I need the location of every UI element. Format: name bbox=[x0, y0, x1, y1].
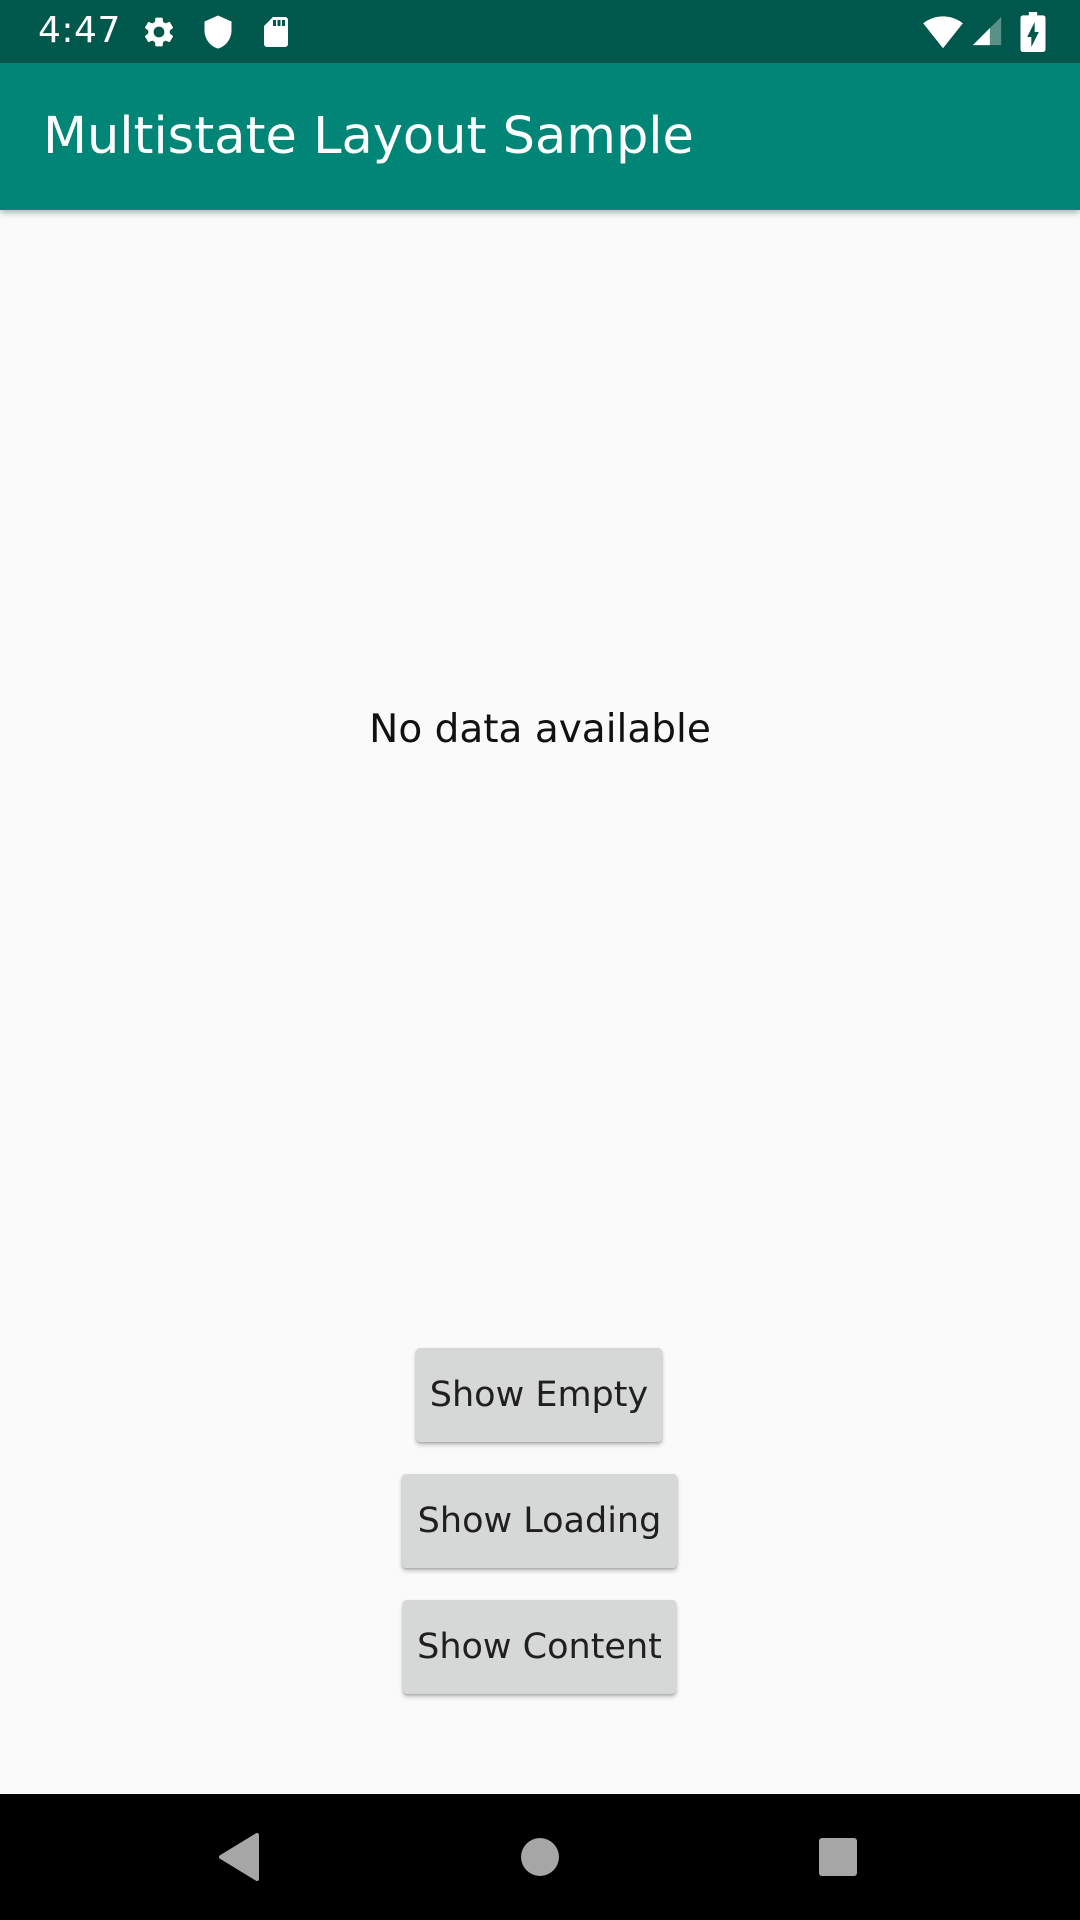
show-loading-button[interactable]: Show Loading bbox=[402, 1474, 677, 1568]
app-title: Multistate Layout Sample bbox=[43, 107, 694, 166]
settings-icon bbox=[141, 14, 177, 50]
status-bar: 4:47 bbox=[0, 0, 1080, 63]
shield-icon bbox=[200, 14, 236, 50]
wifi-icon bbox=[922, 12, 964, 50]
home-button[interactable] bbox=[505, 1822, 575, 1892]
cell-signal-icon bbox=[970, 14, 1004, 48]
screen: 4:47 Multistate Layout Sample No data av… bbox=[0, 0, 1080, 1920]
back-icon bbox=[219, 1833, 259, 1881]
recents-icon bbox=[819, 1838, 857, 1876]
back-button[interactable] bbox=[204, 1822, 274, 1892]
status-time: 4:47 bbox=[38, 10, 121, 51]
navigation-bar bbox=[0, 1794, 1080, 1920]
empty-state-message: No data available bbox=[369, 707, 711, 752]
home-icon bbox=[521, 1838, 559, 1876]
sd-card-icon bbox=[258, 14, 294, 50]
show-empty-button[interactable]: Show Empty bbox=[416, 1348, 662, 1442]
battery-charging-icon bbox=[1018, 12, 1048, 52]
recents-button[interactable] bbox=[803, 1822, 873, 1892]
app-bar: Multistate Layout Sample bbox=[0, 63, 1080, 210]
show-content-button[interactable]: Show Content bbox=[403, 1600, 676, 1694]
